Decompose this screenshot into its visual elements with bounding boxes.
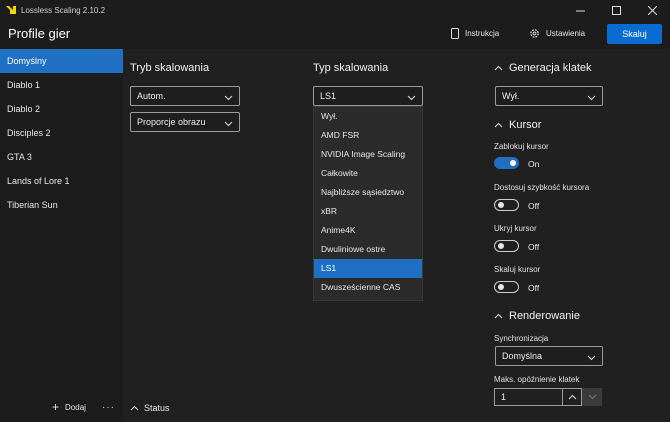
cursor-speed-toggle[interactable] [494,199,519,211]
chevron-down-icon [587,353,596,363]
hide-cursor-state: Off [528,242,540,252]
decrement-button[interactable] [582,388,602,406]
sync-value: Domyślna [502,351,543,361]
plus-icon: + [52,400,60,414]
sidebar-item-default[interactable]: Domyślny [0,49,123,73]
lock-cursor-state: On [528,159,540,169]
rendering-title: Renderowanie [509,310,580,322]
sidebar-item-lands-of-lore-1[interactable]: Lands of Lore 1 [0,169,123,193]
option-integer[interactable]: Całkowite [314,164,422,183]
frame-gen-dropdown[interactable]: Wył. [495,86,603,106]
sidebar-item-tiberian-sun[interactable]: Tiberian Sun [0,193,123,217]
close-button[interactable] [634,0,670,20]
scaling-mode-title: Tryb skalowania [130,62,210,74]
maximize-button[interactable] [598,0,634,20]
cursor-section-toggle[interactable]: Kursor [494,119,541,131]
scaling-type-value: LS1 [320,91,337,101]
hide-cursor-toggle[interactable] [494,240,519,252]
option-ls1[interactable]: LS1 [314,259,422,278]
title-bar: Lossless Scaling 2.10.2 [0,0,670,20]
chevron-up-icon [130,405,139,411]
minimize-button[interactable] [562,0,598,20]
add-label: Dodaj [65,402,86,412]
chevron-up-icon [494,313,503,319]
sidebar-item-diablo-2[interactable]: Diablo 2 [0,97,123,121]
scaling-type-title: Typ skalowania [313,62,389,74]
status-toggle[interactable]: Status [130,403,170,413]
lock-cursor-label: Zablokuj kursor [494,142,549,151]
settings-label: Ustawienia [546,29,586,38]
add-profile-button[interactable]: + Dodaj [52,400,86,414]
profile-sidebar: Domyślny Diablo 1 Diablo 2 Disciples 2 G… [0,49,123,422]
status-label: Status [144,403,170,413]
cursor-speed-state: Off [528,201,540,211]
option-anime4k[interactable]: Anime4K [314,221,422,240]
sync-label: Synchronizacja [494,334,549,343]
minimize-icon [575,10,585,11]
sync-dropdown[interactable]: Domyślna [495,346,603,366]
sidebar-item-gta-3[interactable]: GTA 3 [0,145,123,169]
option-bicubic-cas[interactable]: Dwusześcienne CAS [314,278,422,297]
max-delay-input[interactable]: 1 [494,388,562,406]
scale-button[interactable]: Skaluj [607,24,662,44]
settings-column: Generacja klatek Wył. Kursor Zablokuj ku… [493,49,670,422]
option-off[interactable]: Wył. [314,107,422,126]
scaling-type-options-list: Wył. AMD FSR NVIDIA Image Scaling Całkow… [313,106,423,301]
cursor-title: Kursor [509,119,542,131]
main-panel: Tryb skalowania Autom. Proporcje obrazu … [123,49,670,422]
scaling-mode-dropdown[interactable]: Autom. [130,86,240,106]
chevron-up-icon [568,394,576,400]
sidebar-footer: + Dodaj ··· [0,400,123,414]
phone-icon [451,28,459,39]
increment-button[interactable] [562,388,582,406]
chevron-down-icon [224,119,233,129]
chevron-down-icon [588,394,596,400]
rendering-section-toggle[interactable]: Renderowanie [494,310,580,322]
frame-gen-section-toggle[interactable]: Generacja klatek [494,62,592,74]
aspect-ratio-value: Proporcje obrazu [137,117,206,127]
option-nearest-neighbor[interactable]: Najbliższe sąsiedztwo [314,183,422,202]
sidebar-item-disciples-2[interactable]: Disciples 2 [0,121,123,145]
chevron-down-icon [407,93,416,103]
instructions-label: Instrukcja [465,29,500,38]
scale-cursor-label: Skaluj kursor [494,265,541,274]
frame-gen-value: Wył. [502,91,520,101]
page-title: Profile gier [8,26,71,41]
scale-cursor-state: Off [528,283,540,293]
maximize-icon [611,5,621,15]
chevron-up-icon [494,122,503,128]
chevron-up-icon [494,65,503,71]
cursor-speed-label: Dostosuj szybkość kursora [494,183,590,192]
frame-gen-title: Generacja klatek [509,62,592,74]
chevron-down-icon [587,93,596,103]
option-nvidia-image-scaling[interactable]: NVIDIA Image Scaling [314,145,422,164]
option-xbr[interactable]: xBR [314,202,422,221]
aspect-ratio-dropdown[interactable]: Proporcje obrazu [130,112,240,132]
lock-cursor-toggle[interactable] [494,157,519,169]
hide-cursor-label: Ukryj kursor [494,224,537,233]
scale-cursor-toggle[interactable] [494,281,519,293]
max-delay-label: Maks. opóźnienie klatek [494,375,580,384]
header: Profile gier Instrukcja Ustawienia Skalu… [0,20,670,48]
sidebar-item-diablo-1[interactable]: Diablo 1 [0,73,123,97]
gear-icon [529,28,540,39]
option-bilinear-sharp[interactable]: Dwuliniowe ostre [314,240,422,259]
more-options-button[interactable]: ··· [102,402,115,413]
window-controls [562,0,670,20]
scaling-type-dropdown[interactable]: LS1 [313,86,423,106]
chevron-down-icon [224,93,233,103]
option-amd-fsr[interactable]: AMD FSR [314,126,422,145]
close-icon [647,5,657,15]
instructions-button[interactable]: Instrukcja [451,28,499,39]
settings-button[interactable]: Ustawienia [529,28,585,39]
window-title: Lossless Scaling 2.10.2 [21,5,106,15]
app-logo-icon [6,5,16,15]
scaling-mode-value: Autom. [137,91,166,101]
